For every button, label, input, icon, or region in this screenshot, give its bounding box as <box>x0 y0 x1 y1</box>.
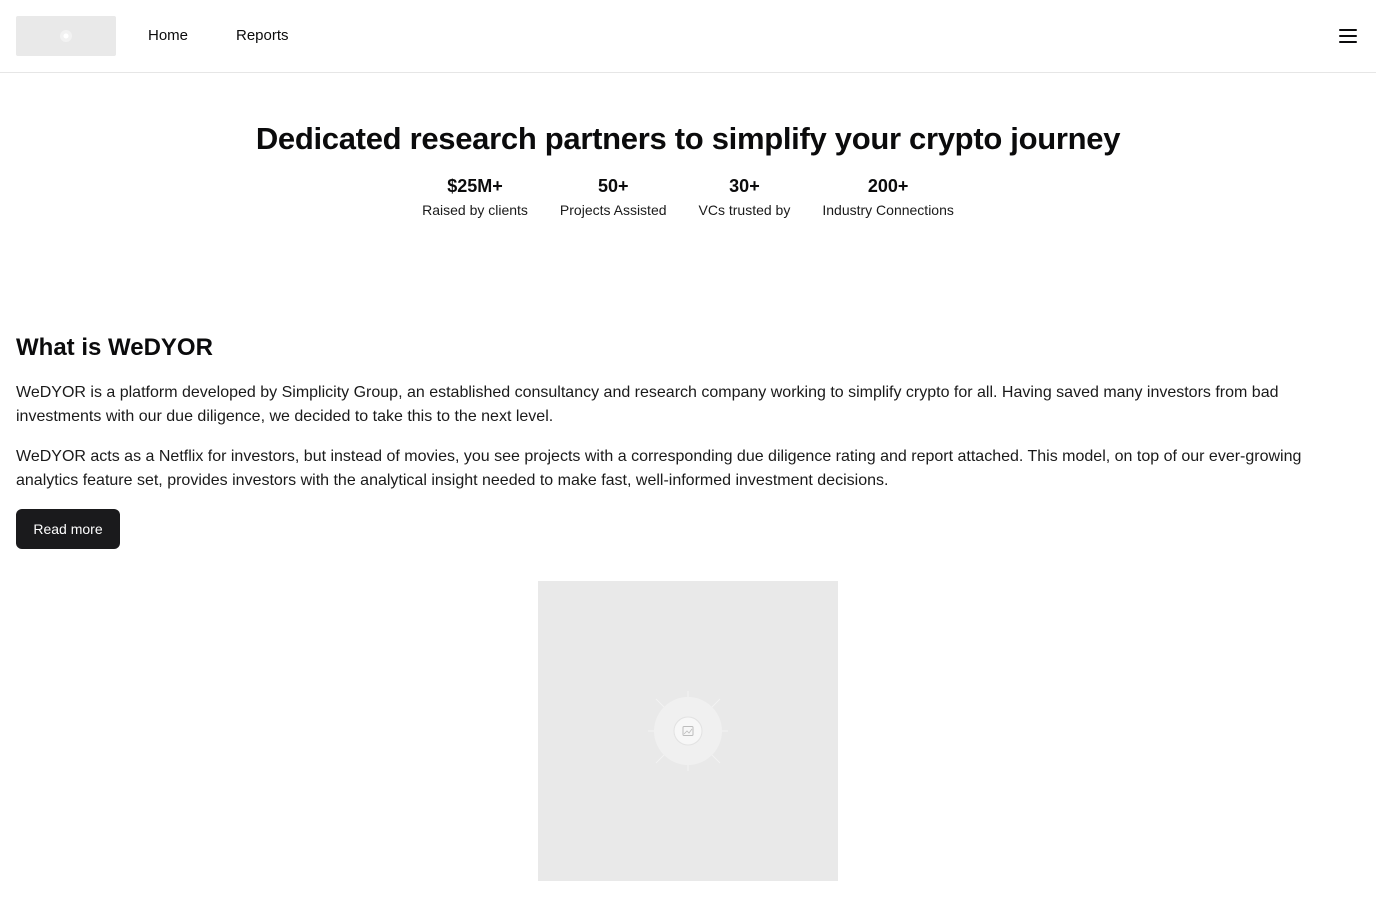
hero-title: Dedicated research partners to simplify … <box>255 121 1121 156</box>
stat-value: 200+ <box>867 176 909 196</box>
stats-row: $25M+ Raised by clients 50+ Projects Ass… <box>0 174 1376 222</box>
site-header: Home Reports <box>0 0 1376 73</box>
logo[interactable] <box>16 16 116 56</box>
stat-label: Raised by clients <box>422 202 528 218</box>
stat-value: 50+ <box>597 176 629 196</box>
nav-link-reports[interactable]: Reports <box>236 26 289 46</box>
nav-link-home[interactable]: Home <box>148 26 188 46</box>
stat-connections: 200+ Industry Connections <box>822 174 954 222</box>
stat-value: 30+ <box>729 176 760 196</box>
stat-vcs: 30+ VCs trusted by <box>699 174 791 222</box>
stat-projects: 50+ Projects Assisted <box>560 174 667 222</box>
read-more-button[interactable]: Read more <box>16 509 120 549</box>
section-title: What is WeDYOR <box>16 334 213 361</box>
image-placeholder-icon <box>648 691 728 771</box>
menu-bar <box>1339 41 1357 43</box>
about-paragraph: WeDYOR acts as a Netflix for investors, … <box>16 448 1302 489</box>
stat-label: Projects Assisted <box>559 202 667 218</box>
about-image <box>538 581 838 881</box>
stat-raised: $25M+ Raised by clients <box>422 174 528 222</box>
stat-value: $25M+ <box>447 176 503 196</box>
stat-label: VCs trusted by <box>698 202 791 218</box>
menu-bar <box>1339 29 1357 31</box>
about-paragraph: WeDYOR is a platform developed by Simpli… <box>16 384 1279 425</box>
logo-placeholder-icon <box>60 30 72 42</box>
menu-bar <box>1339 35 1357 37</box>
stat-label: Industry Connections <box>822 202 954 218</box>
hamburger-menu-icon[interactable] <box>1336 24 1360 48</box>
